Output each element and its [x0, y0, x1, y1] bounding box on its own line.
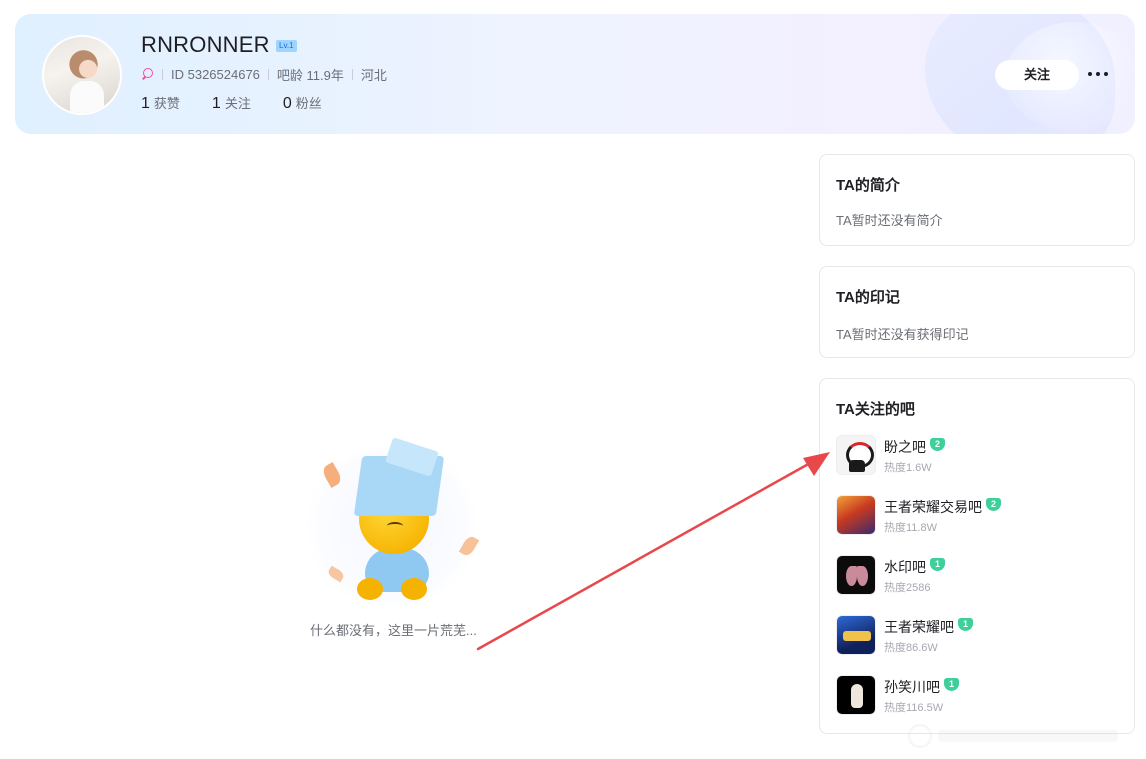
divider: [162, 68, 163, 80]
more-icon[interactable]: [1088, 66, 1108, 82]
bar-item[interactable]: 王者荣耀交易吧 2 热度11.8W: [836, 495, 1116, 539]
empty-state-illustration: [303, 437, 483, 610]
bar-level-icon: 2: [986, 498, 1001, 511]
bar-level-icon: 1: [944, 678, 959, 691]
bar-item[interactable]: 水印吧 1 热度2586: [836, 555, 1116, 599]
user-stats: 1 获赞 1 关注 0 粉丝: [141, 93, 354, 113]
bar-item-heat: 热度86.6W: [884, 642, 938, 654]
stat-fans-label: 粉丝: [295, 96, 322, 111]
stat-likes-count: 1: [141, 95, 150, 112]
stat-likes[interactable]: 1 获赞: [141, 93, 180, 113]
divider: [267, 68, 269, 80]
user-id: ID 5326524676: [171, 66, 260, 82]
hero-avatar: [836, 495, 876, 535]
followed-bars-title: TA关注的吧: [836, 401, 915, 418]
intro-card-title: TA的简介: [836, 177, 900, 194]
bar-item-name: 王者荣耀交易吧 2: [884, 497, 1001, 517]
panda-avatar: [836, 435, 876, 475]
empty-state-text: 什么都没有，这里一片荒芜...: [310, 623, 477, 638]
bar-item-name: 王者荣耀吧 1: [884, 617, 973, 637]
hand-avatar: [836, 675, 876, 715]
stat-following-label: 关注: [224, 96, 251, 111]
followed-bars-card: TA关注的吧 盼之吧 2 热度1.6W 王者荣耀交易吧 2 热度11.8W 水印吧 1…: [819, 378, 1135, 734]
search-icon[interactable]: [141, 67, 154, 81]
profile-header: RNRONNER Lv.1 ID 5326524676 吧龄 11.9年 河北 …: [15, 14, 1135, 134]
user-meta: ID 5326524676 吧龄 11.9年 河北: [141, 65, 387, 83]
marks-card-title: TA的印记: [836, 289, 900, 306]
bar-item-name: 孙笑川吧 1: [884, 677, 959, 697]
user-location: 河北: [360, 67, 387, 83]
marks-card-text: TA暂时还没有获得印记: [836, 327, 969, 342]
user-level-badge: Lv.1: [276, 40, 297, 52]
stat-fans-count: 0: [282, 95, 292, 112]
bar-item[interactable]: 孙笑川吧 1 热度116.5W: [836, 675, 1116, 719]
bar-item-heat: 热度116.5W: [884, 702, 944, 714]
user-avatar[interactable]: [42, 35, 122, 115]
divider: [351, 68, 353, 80]
bar-item-heat: 热度2586: [884, 582, 931, 594]
intro-card: TA的简介 TA暂时还没有简介: [819, 154, 1135, 246]
butterfly-avatar: [836, 555, 876, 595]
stat-following-count: 1: [211, 95, 221, 112]
bar-item-heat: 热度11.8W: [884, 522, 937, 534]
bar-item-name: 盼之吧 2: [884, 437, 945, 457]
intro-card-text: TA暂时还没有简介: [836, 213, 943, 228]
user-bar-age: 吧龄 11.9年: [276, 67, 344, 83]
bar-level-icon: 1: [930, 558, 945, 571]
stat-likes-label: 获赞: [153, 96, 180, 111]
marks-card: TA的印记 TA暂时还没有获得印记: [819, 266, 1135, 358]
follow-button[interactable]: 关注: [995, 60, 1079, 90]
username: RNRONNER: [141, 32, 270, 57]
bar-item-heat: 热度1.6W: [884, 462, 932, 474]
bar-level-icon: 1: [958, 618, 973, 631]
bar-item[interactable]: 盼之吧 2 热度1.6W: [836, 435, 1116, 479]
stat-following[interactable]: 1 关注: [212, 93, 251, 113]
bar-item-name: 水印吧 1: [884, 557, 945, 577]
watermark: [908, 724, 1118, 748]
bar-level-icon: 2: [930, 438, 945, 451]
bar-item[interactable]: 王者荣耀吧 1 热度86.6W: [836, 615, 1116, 659]
stat-fans[interactable]: 0 粉丝: [283, 93, 322, 113]
game-logo-avatar: [836, 615, 876, 655]
